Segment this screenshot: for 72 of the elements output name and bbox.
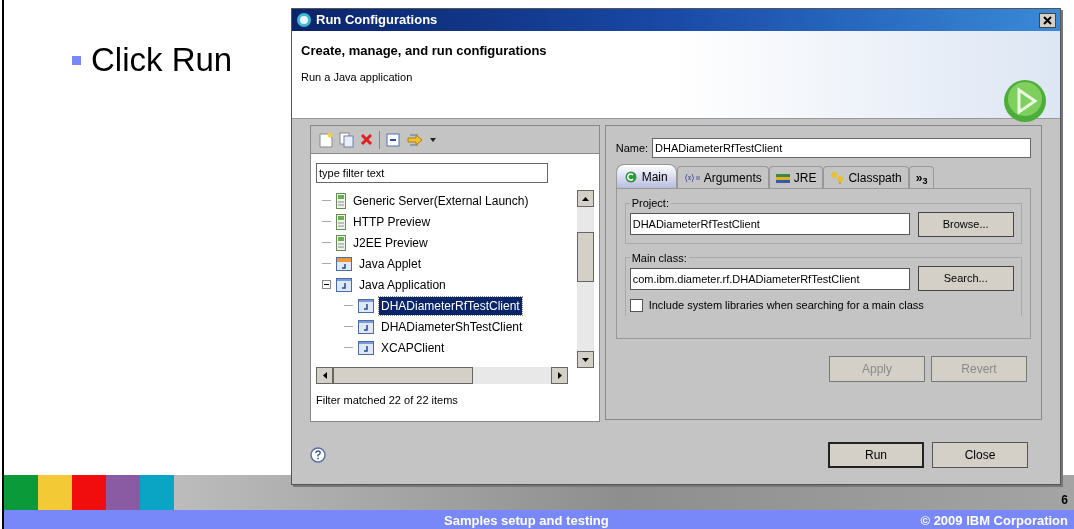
- tree-item[interactable]: DHADiameterRfTestClient: [379, 296, 522, 315]
- checkbox[interactable]: [629, 298, 643, 312]
- copy-icon[interactable]: [339, 131, 354, 148]
- up-arrow-icon: [581, 196, 589, 201]
- color-block: [4, 475, 38, 510]
- scroll-thumb[interactable]: [576, 232, 594, 282]
- tree-item[interactable]: DHADiameterShTestClient: [379, 317, 525, 336]
- tab[interactable]: »$_{3}$: [908, 166, 935, 188]
- java-file-icon: [358, 298, 374, 313]
- main-class-field[interactable]: com.ibm.diameter.rf.DHADiameterRfTestClient: [629, 267, 910, 290]
- down-arrow-icon: [581, 357, 589, 362]
- right-arrow-icon: [557, 372, 562, 379]
- scroll-left-button[interactable]: [316, 367, 333, 384]
- left-arrow-icon: [322, 372, 327, 379]
- scroll-down-button[interactable]: [576, 351, 594, 368]
- tree-item[interactable]: Generic Server(External Launch): [351, 191, 531, 210]
- tree-item[interactable]: J2EE Preview: [351, 233, 430, 252]
- color-block: [72, 475, 106, 510]
- bullet-square: [72, 55, 81, 65]
- scroll-right-button[interactable]: [551, 367, 568, 384]
- help-icon[interactable]: [310, 447, 326, 463]
- project-label: Project:: [630, 196, 670, 211]
- tab[interactable]: Classpath: [823, 166, 909, 188]
- project-field[interactable]: DHADiameterRfTestClient: [629, 213, 910, 235]
- tree-item[interactable]: XCAPClient: [379, 338, 447, 357]
- tree-item[interactable]: Java Applet: [357, 254, 424, 273]
- close-button[interactable]: [1039, 12, 1056, 28]
- c-circle-icon: [624, 170, 637, 183]
- run-icon: [1003, 79, 1047, 123]
- browse-button[interactable]: Browse...: [917, 211, 1014, 237]
- arguments-icon: [683, 172, 700, 183]
- tab[interactable]: Arguments: [676, 166, 769, 188]
- name-label: Name:: [615, 140, 649, 156]
- tab[interactable]: JRE: [768, 166, 824, 188]
- color-block: [140, 475, 174, 510]
- delete-icon[interactable]: [360, 133, 373, 146]
- window-title: Run Configurations: [316, 11, 439, 30]
- footer-text: Samples setup and testing: [444, 512, 609, 529]
- page-number: 6: [1061, 492, 1068, 509]
- tree-item[interactable]: Java Application: [357, 275, 448, 294]
- main-class-label: Main class:: [630, 250, 688, 266]
- server-icon: [336, 213, 346, 230]
- tab[interactable]: Main: [615, 164, 677, 188]
- java-file-icon: [358, 340, 374, 355]
- server-icon: [336, 192, 346, 209]
- server-icon: [336, 234, 346, 251]
- filter-status-text: Filter matched 22 of 22 items: [315, 393, 459, 408]
- checkbox-label: Include system libraries when searching for a main class: [648, 298, 924, 313]
- filter-field[interactable]: type filter text: [316, 163, 548, 183]
- name-field[interactable]: DHADiameterRfTestClient: [652, 138, 1031, 158]
- action-button[interactable]: Run: [828, 442, 924, 468]
- java-file-icon: [358, 319, 374, 334]
- collapse-all-icon[interactable]: [386, 132, 400, 147]
- collapse-toggle-icon[interactable]: [322, 280, 331, 289]
- close-icon: [1043, 15, 1052, 25]
- dialog-subtitle: Run a Java application: [301, 69, 414, 85]
- books-icon: [775, 171, 790, 184]
- color-block: [106, 475, 140, 510]
- copyright-text: © 2009 IBM Corporation: [920, 512, 1068, 529]
- search-button[interactable]: Search...: [917, 266, 1014, 291]
- java-file-icon: [336, 277, 352, 292]
- caret-icon[interactable]: [430, 137, 436, 142]
- horizontal-scrollbar[interactable]: [316, 367, 568, 384]
- color-block: [38, 475, 72, 510]
- scroll-thumb[interactable]: [333, 367, 473, 384]
- tree-item[interactable]: HTTP Preview: [351, 212, 433, 231]
- scroll-up-button[interactable]: [576, 190, 594, 207]
- slide-bullet-text: Click Run: [91, 40, 233, 80]
- applet-icon: [336, 256, 352, 271]
- dialog-heading: Create, manage, and run configurations: [301, 42, 547, 60]
- action-button[interactable]: Close: [932, 442, 1028, 468]
- vertical-scrollbar[interactable]: [576, 190, 594, 368]
